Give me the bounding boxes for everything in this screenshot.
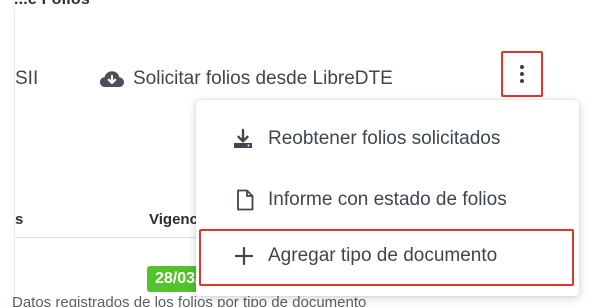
file-icon (214, 189, 268, 211)
menu-item-agregar-tipo-documento[interactable]: Agregar tipo de documento (196, 231, 579, 281)
request-folios-label: Solicitar folios desde LibreDTE (133, 68, 393, 89)
sii-label[interactable]: SII (15, 68, 38, 90)
page-heading-fragment: ...e Folios (14, 0, 90, 9)
request-folios-button[interactable]: Solicitar folios desde LibreDTE (99, 63, 393, 95)
cloud-download-icon (99, 69, 125, 89)
menu-item-label: Reobtener folios solicitados (268, 128, 501, 149)
menu-item-label: Agregar tipo de documento (268, 245, 498, 266)
menu-item-informe-estado[interactable]: Informe con estado de folios (196, 175, 579, 225)
options-dropdown-menu: Reobtener folios solicitados Informe con… (196, 100, 579, 296)
kebab-menu-icon (520, 64, 524, 85)
plus-icon (214, 246, 268, 266)
table-divider (15, 237, 215, 238)
screenshot-frame: ...e Folios SII Solicitar folios desde L… (0, 0, 600, 307)
download-tray-icon (214, 128, 268, 150)
column-header-fragment: s (15, 211, 24, 228)
more-options-button[interactable] (501, 51, 543, 97)
menu-item-reobtener-folios[interactable]: Reobtener folios solicitados (196, 114, 579, 164)
menu-item-label: Informe con estado de folios (268, 189, 507, 210)
